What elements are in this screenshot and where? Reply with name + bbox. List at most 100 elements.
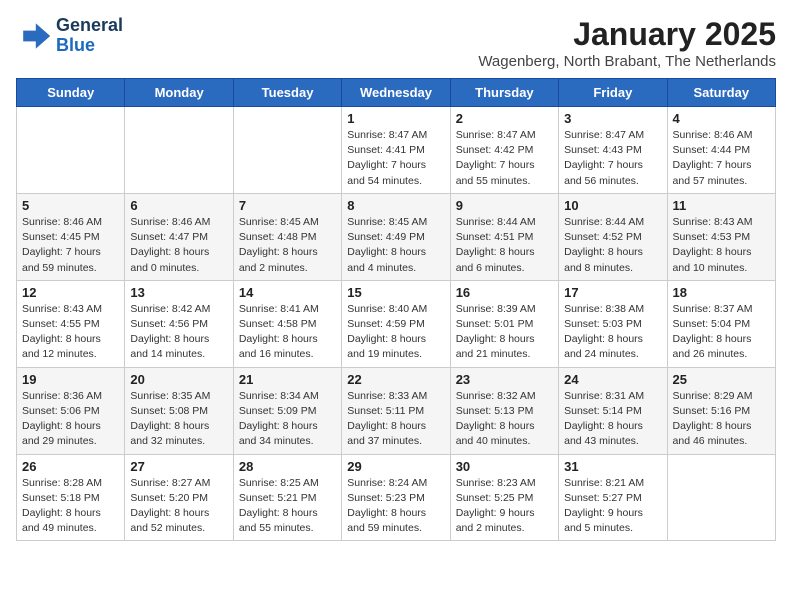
day-number: 28 [239,459,336,474]
day-info: Sunrise: 8:43 AM Sunset: 4:53 PM Dayligh… [673,215,770,276]
page-header: General Blue January 2025 Wagenberg, Nor… [16,16,776,70]
calendar-cell: 6 Sunrise: 8:46 AM Sunset: 4:47 PM Daylig… [125,193,233,280]
day-info: Sunrise: 8:45 AM Sunset: 4:49 PM Dayligh… [347,215,444,276]
calendar-cell [17,107,125,194]
day-info: Sunrise: 8:27 AM Sunset: 5:20 PM Dayligh… [130,476,227,537]
day-number: 8 [347,198,444,213]
calendar-week-4: 19 Sunrise: 8:36 AM Sunset: 5:06 PM Dayli… [17,367,776,454]
day-number: 10 [564,198,661,213]
calendar-cell: 18Sunrise: 8:37 AM Sunset: 5:04 PM Dayli… [667,280,775,367]
calendar-cell: 28 Sunrise: 8:25 AM Sunset: 5:21 PM Dayli… [233,454,341,541]
header-monday: Monday [125,79,233,107]
day-info: Sunrise: 8:28 AM Sunset: 5:18 PM Dayligh… [22,476,119,537]
header-wednesday: Wednesday [342,79,450,107]
logo-text-general: General [56,16,123,36]
day-info: Sunrise: 8:38 AM Sunset: 5:03 PM Dayligh… [564,302,661,363]
subtitle: Wagenberg, North Brabant, The Netherland… [478,53,776,70]
day-info: Sunrise: 8:46 AM Sunset: 4:45 PM Dayligh… [22,215,119,276]
day-info: Sunrise: 8:34 AM Sunset: 5:09 PM Dayligh… [239,389,336,450]
day-info: Sunrise: 8:45 AM Sunset: 4:48 PM Dayligh… [239,215,336,276]
calendar-cell: 3Sunrise: 8:47 AM Sunset: 4:43 PM Daylig… [559,107,667,194]
day-info: Sunrise: 8:41 AM Sunset: 4:58 PM Dayligh… [239,302,336,363]
logo-text-blue: Blue [56,36,123,56]
calendar-cell: 29Sunrise: 8:24 AM Sunset: 5:23 PM Dayli… [342,454,450,541]
day-info: Sunrise: 8:47 AM Sunset: 4:41 PM Dayligh… [347,128,444,189]
header-thursday: Thursday [450,79,558,107]
day-info: Sunrise: 8:47 AM Sunset: 4:42 PM Dayligh… [456,128,553,189]
calendar-cell: 7 Sunrise: 8:45 AM Sunset: 4:48 PM Daylig… [233,193,341,280]
day-info: Sunrise: 8:21 AM Sunset: 5:27 PM Dayligh… [564,476,661,537]
day-number: 21 [239,372,336,387]
day-number: 24 [564,372,661,387]
day-number: 6 [130,198,227,213]
calendar-cell: 15 Sunrise: 8:40 AM Sunset: 4:59 PM Dayli… [342,280,450,367]
day-number: 22 [347,372,444,387]
calendar-cell: 30Sunrise: 8:23 AM Sunset: 5:25 PM Dayli… [450,454,558,541]
day-number: 14 [239,285,336,300]
day-info: Sunrise: 8:40 AM Sunset: 4:59 PM Dayligh… [347,302,444,363]
calendar-cell: 21 Sunrise: 8:34 AM Sunset: 5:09 PM Dayli… [233,367,341,454]
day-info: Sunrise: 8:25 AM Sunset: 5:21 PM Dayligh… [239,476,336,537]
calendar-cell: 23Sunrise: 8:32 AM Sunset: 5:13 PM Dayli… [450,367,558,454]
day-number: 16 [456,285,553,300]
calendar-header-row: SundayMondayTuesdayWednesdayThursdayFrid… [17,79,776,107]
calendar-cell: 13Sunrise: 8:42 AM Sunset: 4:56 PM Dayli… [125,280,233,367]
day-info: Sunrise: 8:36 AM Sunset: 5:06 PM Dayligh… [22,389,119,450]
calendar-week-1: 1 Sunrise: 8:47 AM Sunset: 4:41 PM Daylig… [17,107,776,194]
month-title: January 2025 [478,16,776,53]
day-number: 12 [22,285,119,300]
day-number: 11 [673,198,770,213]
calendar-cell: 14 Sunrise: 8:41 AM Sunset: 4:58 PM Dayli… [233,280,341,367]
calendar-cell: 5 Sunrise: 8:46 AM Sunset: 4:45 PM Daylig… [17,193,125,280]
day-number: 1 [347,111,444,126]
day-info: Sunrise: 8:46 AM Sunset: 4:44 PM Dayligh… [673,128,770,189]
calendar-cell: 27 Sunrise: 8:27 AM Sunset: 5:20 PM Dayli… [125,454,233,541]
calendar-cell: 25Sunrise: 8:29 AM Sunset: 5:16 PM Dayli… [667,367,775,454]
calendar-table: SundayMondayTuesdayWednesdayThursdayFrid… [16,78,776,541]
calendar-cell: 20Sunrise: 8:35 AM Sunset: 5:08 PM Dayli… [125,367,233,454]
day-info: Sunrise: 8:44 AM Sunset: 4:52 PM Dayligh… [564,215,661,276]
header-sunday: Sunday [17,79,125,107]
calendar-cell: 22 Sunrise: 8:33 AM Sunset: 5:11 PM Dayli… [342,367,450,454]
calendar-cell: 12 Sunrise: 8:43 AM Sunset: 4:55 PM Dayli… [17,280,125,367]
calendar-cell [125,107,233,194]
calendar-week-2: 5 Sunrise: 8:46 AM Sunset: 4:45 PM Daylig… [17,193,776,280]
day-info: Sunrise: 8:33 AM Sunset: 5:11 PM Dayligh… [347,389,444,450]
logo: General Blue [16,16,123,56]
day-info: Sunrise: 8:47 AM Sunset: 4:43 PM Dayligh… [564,128,661,189]
logo-icon [16,18,52,54]
day-info: Sunrise: 8:43 AM Sunset: 4:55 PM Dayligh… [22,302,119,363]
calendar-week-5: 26Sunrise: 8:28 AM Sunset: 5:18 PM Dayli… [17,454,776,541]
day-number: 15 [347,285,444,300]
day-info: Sunrise: 8:44 AM Sunset: 4:51 PM Dayligh… [456,215,553,276]
day-number: 19 [22,372,119,387]
day-number: 7 [239,198,336,213]
day-number: 17 [564,285,661,300]
day-info: Sunrise: 8:24 AM Sunset: 5:23 PM Dayligh… [347,476,444,537]
day-number: 2 [456,111,553,126]
calendar-cell: 26Sunrise: 8:28 AM Sunset: 5:18 PM Dayli… [17,454,125,541]
day-number: 18 [673,285,770,300]
day-number: 13 [130,285,227,300]
header-friday: Friday [559,79,667,107]
day-info: Sunrise: 8:23 AM Sunset: 5:25 PM Dayligh… [456,476,553,537]
calendar-cell: 24Sunrise: 8:31 AM Sunset: 5:14 PM Dayli… [559,367,667,454]
header-tuesday: Tuesday [233,79,341,107]
day-info: Sunrise: 8:46 AM Sunset: 4:47 PM Dayligh… [130,215,227,276]
calendar-cell: 17 Sunrise: 8:38 AM Sunset: 5:03 PM Dayli… [559,280,667,367]
day-number: 9 [456,198,553,213]
day-number: 5 [22,198,119,213]
calendar-week-3: 12 Sunrise: 8:43 AM Sunset: 4:55 PM Dayli… [17,280,776,367]
calendar-cell: 10 Sunrise: 8:44 AM Sunset: 4:52 PM Dayli… [559,193,667,280]
day-number: 23 [456,372,553,387]
day-info: Sunrise: 8:35 AM Sunset: 5:08 PM Dayligh… [130,389,227,450]
day-number: 31 [564,459,661,474]
calendar-cell: 11 Sunrise: 8:43 AM Sunset: 4:53 PM Dayli… [667,193,775,280]
day-number: 27 [130,459,227,474]
calendar-cell [667,454,775,541]
header-saturday: Saturday [667,79,775,107]
day-info: Sunrise: 8:39 AM Sunset: 5:01 PM Dayligh… [456,302,553,363]
calendar-cell: 8 Sunrise: 8:45 AM Sunset: 4:49 PM Daylig… [342,193,450,280]
calendar-cell: 2 Sunrise: 8:47 AM Sunset: 4:42 PM Daylig… [450,107,558,194]
title-area: January 2025 Wagenberg, North Brabant, T… [478,16,776,70]
